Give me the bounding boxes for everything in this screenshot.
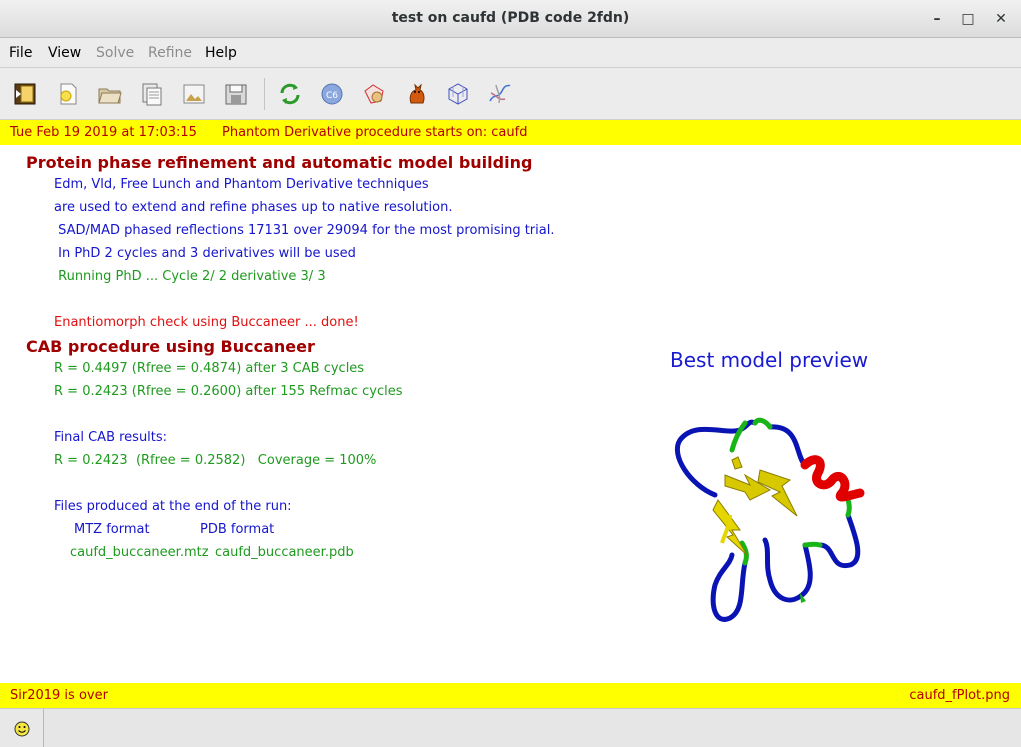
pdb-format-label: PDB format [200,522,275,537]
smiley-button[interactable] [0,709,44,747]
log-line: SAD/MAD phased reflections 17131 over 29… [54,223,555,238]
status-finished: Sir2019 is over [10,688,108,703]
maximize-button[interactable]: □ [957,8,979,30]
cat-icon[interactable] [403,81,429,107]
close-button[interactable]: ✕ [990,8,1012,30]
mtz-format-label: MTZ format [74,522,150,537]
log-line: In PhD 2 cycles and 3 derivatives will b… [54,246,356,261]
save-icon[interactable] [223,81,249,107]
image-icon[interactable] [181,81,207,107]
title-bar: test on caufd (PDB code 2fdn) – □ ✕ [0,0,1021,38]
bottom-panel [0,708,1021,747]
log-line: Edm, Vld, Free Lunch and Phantom Derivat… [54,177,429,192]
protein-model-preview [674,417,865,622]
log-line: R = 0.2423 (Rfree = 0.2582) Coverage = 1… [54,453,377,468]
toolbar-separator [264,78,265,110]
menu-view[interactable]: View [48,45,81,61]
log-line: Files produced at the end of the run: [54,499,292,514]
log-line: R = 0.4497 (Rfree = 0.4874) after 3 CAB … [54,361,365,376]
top-status-bar: Tue Feb 19 2019 at 17:03:15 Phantom Deri… [0,120,1021,145]
menu-help[interactable]: Help [205,45,237,61]
menu-file[interactable]: File [9,45,32,61]
bottom-status-bar: Sir2019 is over caufd_fPlot.png [0,683,1021,708]
window-title: test on caufd (PDB code 2fdn) [391,10,630,26]
menu-solve[interactable]: Solve [96,45,134,61]
svg-text:C6: C6 [326,91,338,101]
refresh-icon[interactable] [277,81,303,107]
exit-icon[interactable] [12,81,38,107]
log-line: are used to extend and refine phases up … [54,200,453,215]
heading-phase-refinement: Protein phase refinement and automatic m… [26,153,533,172]
preview-title: Best model preview [670,348,869,372]
new-icon[interactable] [55,81,81,107]
log-line: Final CAB results: [54,430,168,445]
log-line: Enantiomorph check using Buccaneer ... d… [54,315,359,330]
log-line: Running PhD ... Cycle 2/ 2 derivative 3/… [54,269,326,284]
toolbar: C6 [0,68,1021,120]
menu-refine[interactable]: Refine [148,45,192,61]
minimize-button[interactable]: – [926,8,948,30]
cell-icon[interactable] [445,81,471,107]
status-date: Tue Feb 19 2019 at 17:03:15 [10,125,197,140]
pdb-file-link[interactable]: caufd_buccaneer.pdb [215,545,354,560]
log-line: R = 0.2423 (Rfree = 0.2600) after 155 Re… [54,384,403,399]
status-plot-file: caufd_fPlot.png [909,688,1010,703]
open-folder-icon[interactable] [97,81,123,107]
smiley-icon [14,721,30,737]
model-icon[interactable] [487,81,513,107]
document-icon[interactable] [139,81,165,107]
log-panel: Protein phase refinement and automatic m… [0,145,1021,683]
structure-icon[interactable] [361,81,387,107]
heading-cab-procedure: CAB procedure using Buccaneer [26,337,315,356]
status-message: Phantom Derivative procedure starts on: … [222,125,528,140]
mtz-file-link[interactable]: caufd_buccaneer.mtz [70,545,209,560]
menu-bar: File View Solve Refine Help [0,38,1021,68]
sequence-icon[interactable]: C6 [319,81,345,107]
